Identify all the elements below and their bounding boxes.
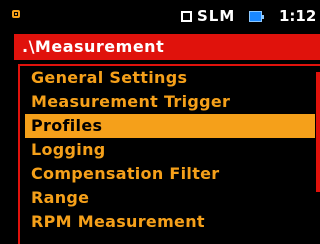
device-screen: SLM 1:12 .\Measurement General Settings … bbox=[0, 0, 320, 244]
path-bar: .\Measurement bbox=[14, 34, 320, 60]
status-bar: SLM 1:12 bbox=[0, 0, 320, 34]
battery-icon bbox=[249, 11, 264, 22]
path-title: .\Measurement bbox=[22, 37, 165, 56]
menu-item-profiles[interactable]: Profiles bbox=[25, 114, 315, 138]
scrollbar-thumb[interactable] bbox=[316, 72, 320, 192]
menu-item-general-settings[interactable]: General Settings bbox=[25, 66, 315, 90]
mode-label: SLM bbox=[197, 7, 236, 25]
menu-item-measurement-trigger[interactable]: Measurement Trigger bbox=[25, 90, 315, 114]
menu-item-logging[interactable]: Logging bbox=[25, 138, 315, 162]
menu-item-compensation-filter[interactable]: Compensation Filter bbox=[25, 162, 315, 186]
mode-box-icon bbox=[181, 11, 192, 22]
device-icon bbox=[12, 10, 20, 18]
menu-item-range[interactable]: Range bbox=[25, 186, 315, 210]
menu-item-rpm-measurement[interactable]: RPM Measurement bbox=[25, 210, 315, 234]
clock-text: 1:12 bbox=[279, 7, 317, 25]
